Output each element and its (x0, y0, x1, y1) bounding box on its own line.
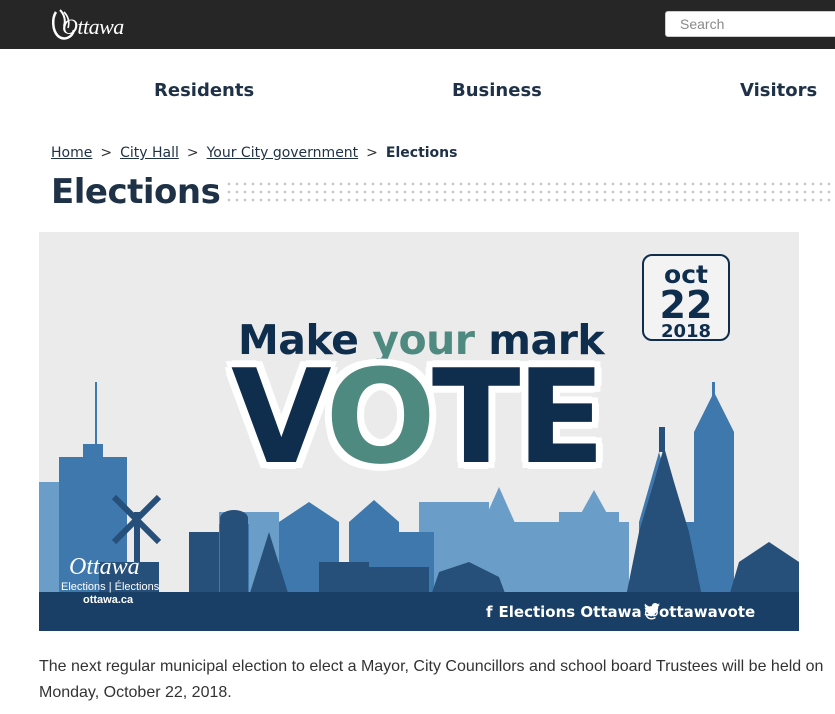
banner-ottawa-logo: Ottawa Elections | Élections ottawa.ca (61, 554, 161, 607)
breadcrumb-separator: > (366, 145, 378, 161)
facebook-label: Elections Ottawa (498, 603, 642, 621)
facebook-handle: f Elections Ottawa (486, 603, 642, 621)
title-dotted-rule (225, 180, 835, 206)
page-title: Elections (51, 172, 221, 212)
logo-wordmark[interactable]: Ottawa (62, 14, 124, 40)
date-day: 22 (659, 283, 713, 327)
banner-logo-url: ottawa.ca (83, 594, 134, 606)
vote-wordmark: VOTE (231, 352, 605, 482)
breadcrumb: Home > City Hall > Your City government > Elec… (51, 145, 457, 161)
main-nav: Residents Business Visitors (0, 80, 835, 104)
breadcrumb-city-government[interactable]: Your City government (207, 145, 359, 161)
intro-paragraph: The next regular municipal election to e… (39, 658, 824, 701)
vote-letters-te: TE (431, 341, 605, 493)
breadcrumb-separator: > (100, 145, 113, 161)
banner-logo-name: Ottawa (69, 554, 140, 580)
vote-letter-o: O (325, 341, 435, 493)
nav-visitors[interactable]: Visitors (740, 80, 817, 101)
twitter-label: @ottawavote (644, 603, 756, 621)
breadcrumb-current: Elections (385, 145, 458, 161)
top-bar: Ottawa (0, 0, 835, 49)
banner-logo-subtitle: Elections | Élections (61, 581, 160, 593)
breadcrumb-home[interactable]: Home (51, 145, 92, 161)
election-banner: Make your mark VOTE oct 22 2018 Ottawa E… (39, 232, 799, 631)
facebook-icon: f (486, 603, 493, 621)
search-input[interactable] (665, 11, 835, 37)
nav-residents[interactable]: Residents (154, 80, 254, 101)
nav-business[interactable]: Business (452, 80, 542, 101)
election-date-badge: oct 22 2018 (642, 254, 730, 342)
vote-letter-v: V (231, 341, 329, 493)
breadcrumb-separator: > (186, 145, 199, 161)
twitter-handle: @ottawavote (644, 603, 755, 621)
breadcrumb-city-hall[interactable]: City Hall (120, 145, 179, 161)
date-year: 2018 (660, 321, 712, 342)
twitter-icon (644, 603, 660, 616)
